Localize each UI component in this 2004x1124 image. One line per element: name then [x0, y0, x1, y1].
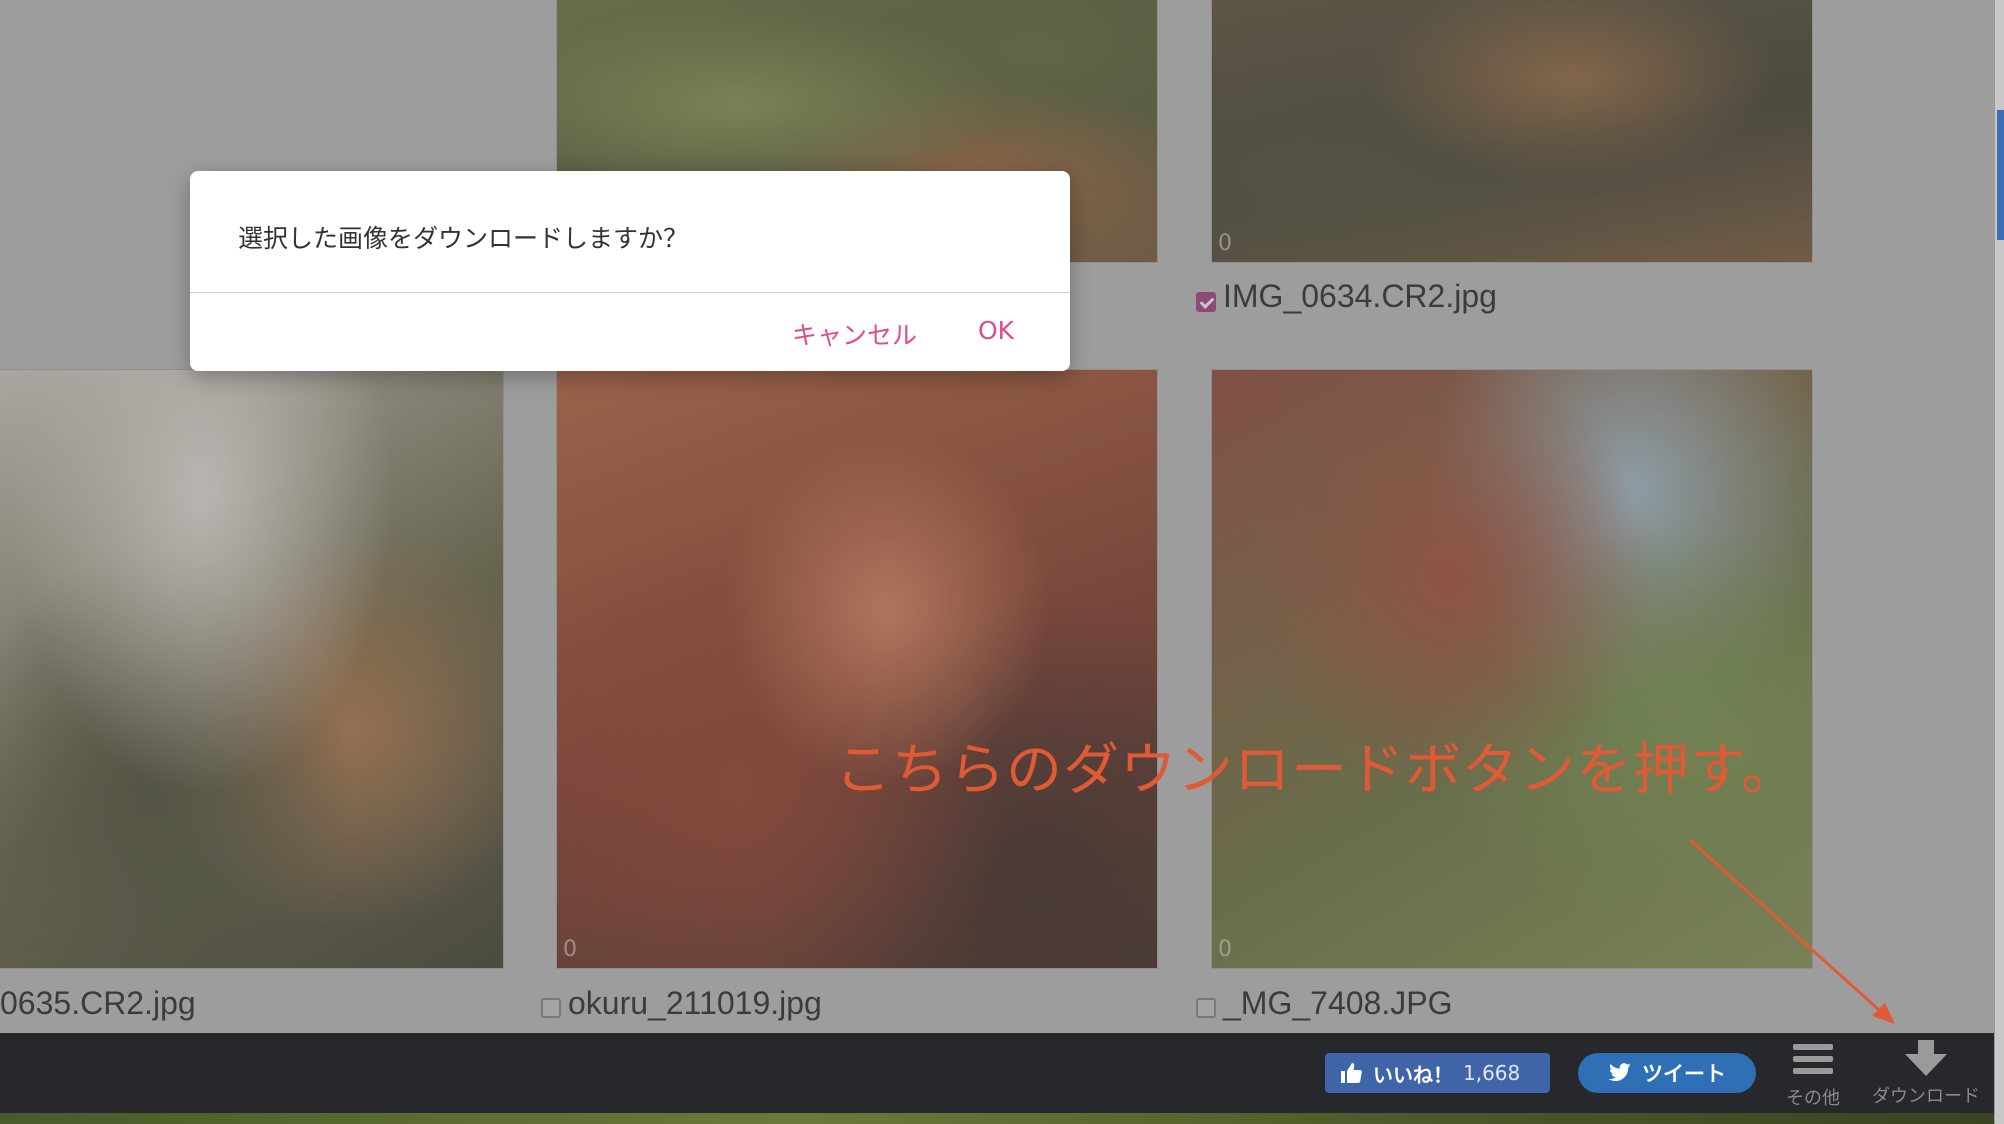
like-count: 1,668	[1463, 1061, 1521, 1085]
gallery-page: 0 IMG_0634.CR2.jpg 0635.CR2.jpg 0 okuru_…	[0, 0, 1994, 1124]
tweet-label: ツイート	[1642, 1062, 1726, 1086]
background-strip	[0, 1113, 1994, 1124]
tweet-button[interactable]: ツイート	[1578, 1053, 1756, 1093]
dialog-divider	[190, 292, 1070, 293]
annotation-arrow-icon	[1688, 838, 1895, 1024]
like-label: いいね！	[1373, 1062, 1453, 1087]
download-arrow-icon	[1905, 1040, 1947, 1076]
menu-icon	[1793, 1044, 1833, 1074]
window-edge	[1994, 0, 2004, 1124]
twitter-bird-icon	[1608, 1063, 1631, 1082]
thumbs-up-icon	[1341, 1063, 1362, 1083]
download-confirm-dialog: 選択した画像をダウンロードしますか？ キャンセル OK	[190, 171, 1070, 371]
facebook-like-button[interactable]: いいね！ 1,668	[1325, 1053, 1550, 1093]
dialog-message: 選択した画像をダウンロードしますか？	[238, 224, 689, 253]
more-label: その他	[1786, 1088, 1840, 1109]
cancel-button[interactable]: キャンセル	[792, 316, 917, 352]
download-label: ダウンロード	[1872, 1086, 1980, 1107]
ok-button[interactable]: OK	[978, 316, 1014, 345]
instruction-annotation: こちらのダウンロードボタンを押す。	[835, 738, 1799, 803]
more-button[interactable]: その他	[1786, 1040, 1840, 1110]
download-button[interactable]: ダウンロード	[1872, 1040, 1980, 1108]
